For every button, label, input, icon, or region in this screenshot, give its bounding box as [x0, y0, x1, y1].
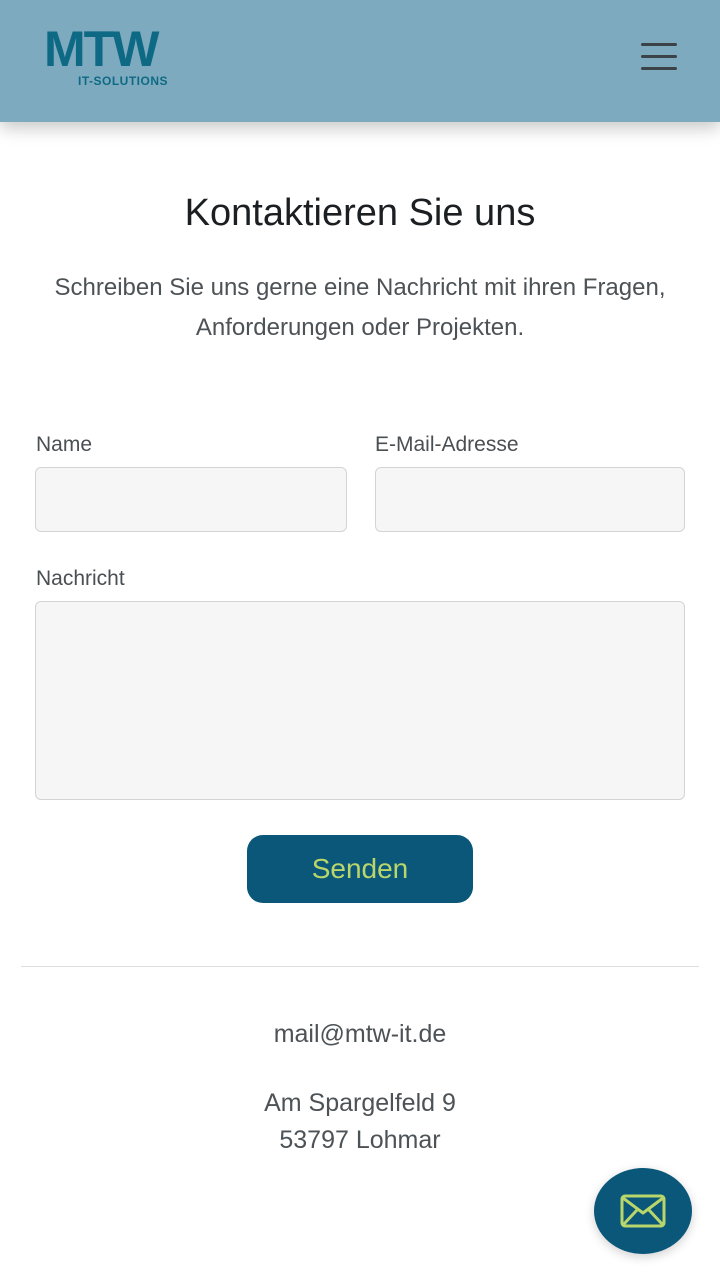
logo-subtext: IT-SOLUTIONS: [78, 74, 168, 88]
address-street: Am Spargelfeld 9: [264, 1089, 456, 1117]
message-textarea[interactable]: [35, 601, 685, 800]
send-button[interactable]: Senden: [247, 835, 473, 903]
name-input[interactable]: [35, 467, 347, 532]
name-label: Name: [36, 433, 93, 456]
logo-text: MTW: [44, 26, 160, 76]
page-title: Kontaktieren Sie uns: [184, 192, 536, 234]
message-label: Nachricht: [36, 567, 125, 590]
logo[interactable]: MTW IT-SOLUTIONS: [44, 26, 204, 90]
hamburger-menu-icon: [641, 42, 677, 46]
logo-mark: MTW: [44, 26, 162, 76]
address-city: 53797 Lohmar: [279, 1126, 441, 1154]
email-input[interactable]: [375, 467, 685, 532]
hamburger-menu-icon-line: [641, 54, 677, 58]
contact-email-link[interactable]: mail@mtw-it.de: [0, 1020, 720, 1049]
site-header: MTW IT-SOLUTIONS: [0, 0, 720, 122]
contact-fab-button[interactable]: [594, 1168, 692, 1254]
page-subtitle: Schreiben Sie uns gerne eine Nachricht m…: [54, 274, 666, 341]
email-label: E-Mail-Adresse: [375, 433, 519, 456]
divider: [21, 966, 699, 967]
envelope-icon: [620, 1194, 666, 1228]
hamburger-menu-icon-line: [641, 66, 677, 70]
page: MTW IT-SOLUTIONS Kontaktieren Sie uns Sc…: [0, 0, 720, 1280]
menu-button[interactable]: [634, 34, 684, 78]
